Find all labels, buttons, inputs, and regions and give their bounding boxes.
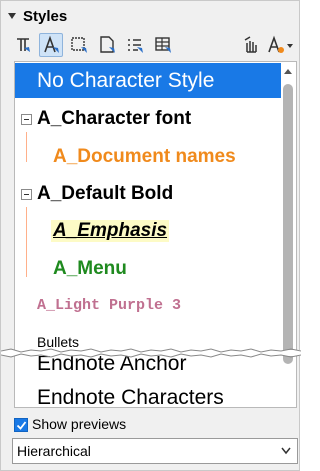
fill-format-mode-button[interactable]	[239, 33, 263, 57]
style-item-label: A_Menu	[53, 258, 127, 279]
styles-sidebar-panel: Styles No Character Style A_Character fo…	[0, 0, 301, 471]
show-previews-label[interactable]: Show previews	[32, 416, 126, 432]
style-item-endnote-characters[interactable]: Endnote Characters	[15, 382, 281, 408]
style-item-label: A_Default Bold	[37, 183, 174, 204]
chevron-down-icon	[281, 447, 291, 455]
paragraph-styles-icon	[17, 38, 30, 52]
list-styles-icon	[128, 39, 143, 53]
show-previews-checkbox[interactable]	[14, 418, 28, 432]
collapse-toggle-icon[interactable]	[21, 188, 32, 200]
style-item-a-default-bold[interactable]: A_Default Bold	[15, 178, 281, 210]
table-styles-button[interactable]	[151, 33, 175, 57]
style-item-label: A_Emphasis	[51, 220, 170, 242]
list-scrollbar-thumb[interactable]	[283, 84, 293, 364]
style-actions-icon	[268, 35, 293, 53]
panel-title-bar: Styles	[7, 5, 67, 27]
checkmark-icon	[16, 420, 26, 430]
collapse-toggle-icon[interactable]	[21, 113, 32, 125]
page-styles-button[interactable]	[95, 33, 119, 57]
style-item-label: Endnote Characters	[37, 386, 224, 408]
style-item-a-menu[interactable]: A_Menu	[15, 253, 281, 285]
style-item-no-character-style[interactable]: No Character Style	[15, 63, 281, 98]
style-item-a-emphasis[interactable]: A_Emphasis	[15, 215, 281, 247]
scroll-up-arrow-icon[interactable]	[283, 67, 293, 77]
collapse-triangle-icon[interactable]	[7, 11, 17, 21]
style-item-a-light-purple-3[interactable]: A_Light Purple 3	[15, 290, 281, 320]
torn-edge-divider	[1, 348, 301, 358]
fill-format-mode-icon	[244, 36, 257, 53]
style-item-a-character-font[interactable]: A_Character font	[15, 103, 281, 135]
style-item-label: A_Character font	[37, 108, 192, 129]
style-item-label: No Character Style	[37, 68, 215, 92]
frame-styles-button[interactable]	[67, 33, 91, 57]
style-item-label: A_Light Purple 3	[37, 296, 182, 314]
style-category-toolbar	[9, 33, 297, 59]
list-styles-button[interactable]	[123, 33, 147, 57]
styles-footer: Show previews Hierarchical	[1, 411, 301, 471]
character-styles-icon	[44, 35, 59, 53]
table-styles-icon	[155, 37, 171, 53]
style-item-a-document-names[interactable]: A_Document names	[15, 141, 281, 173]
paragraph-styles-button[interactable]	[11, 33, 35, 57]
style-filter-dropdown[interactable]: Hierarchical	[12, 438, 298, 464]
style-filter-value: Hierarchical	[17, 443, 91, 459]
style-actions-dropdown[interactable]	[265, 33, 295, 57]
style-item-label: A_Document names	[53, 146, 236, 167]
panel-title: Styles	[23, 7, 68, 25]
page-styles-icon	[100, 36, 115, 53]
character-styles-button[interactable]	[39, 33, 63, 57]
frame-styles-icon	[71, 37, 87, 53]
